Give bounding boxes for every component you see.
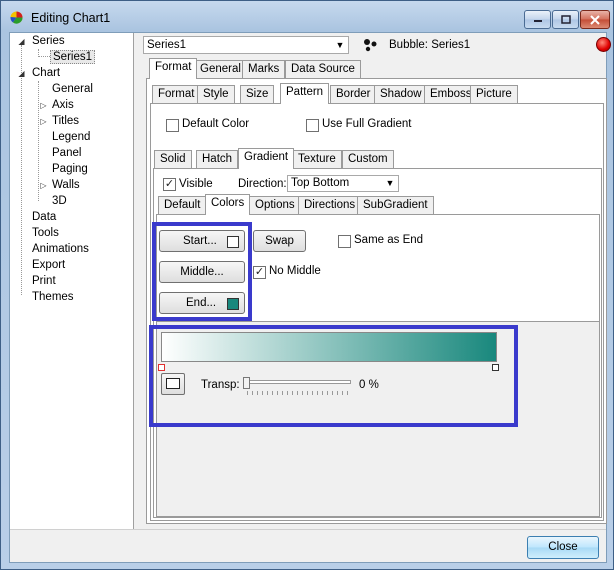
tree-label: Panel <box>52 147 82 159</box>
tab-format-sub[interactable]: Format <box>152 85 201 104</box>
visible-checkbox[interactable]: ✓ <box>163 178 176 191</box>
tab-style[interactable]: Style <box>197 85 235 104</box>
use-full-gradient-checkbox[interactable] <box>306 119 319 132</box>
close-window-button[interactable] <box>580 10 610 29</box>
color-buttons-highlight <box>152 222 252 321</box>
gradient-preview-highlight <box>149 325 518 427</box>
tab-solid[interactable]: Solid <box>154 150 192 169</box>
swap-button-label: Swap <box>265 235 294 247</box>
tab-options[interactable]: Options <box>249 196 301 215</box>
tree-label: Paging <box>52 163 88 175</box>
tree-label: Export <box>32 259 66 271</box>
tab-data-source[interactable]: Data Source <box>285 60 361 79</box>
tab-directions[interactable]: Directions <box>298 196 362 215</box>
tab-border[interactable]: Border <box>330 85 377 104</box>
tab-default[interactable]: Default <box>158 196 207 215</box>
tree-item-animations[interactable]: Animations <box>32 241 89 257</box>
window-title: Editing Chart1 <box>31 11 111 25</box>
expand-icon: ▷ <box>40 101 47 110</box>
maximize-button[interactable] <box>552 10 579 29</box>
close-icon <box>590 14 600 25</box>
editor-window: Editing Chart1 ◢ Series Series1 ◢ Chart … <box>0 0 614 570</box>
tab-pattern[interactable]: Pattern <box>280 83 330 104</box>
bubble-series-icon <box>364 39 377 52</box>
tree-label: Themes <box>32 291 74 303</box>
tree-label: Animations <box>32 243 89 255</box>
tree-label: 3D <box>52 195 67 207</box>
tree-label: Print <box>32 275 56 287</box>
tree-item-print[interactable]: Print <box>32 273 56 289</box>
tab-hatch[interactable]: Hatch <box>196 150 239 169</box>
collapse-icon: ◢ <box>18 69 25 78</box>
no-middle-checkbox[interactable]: ✓ <box>253 266 266 279</box>
expand-icon: ▷ <box>40 181 47 190</box>
series-select[interactable]: Series1 ▼ <box>143 36 349 54</box>
series-type-label: Bubble: Series1 <box>389 39 471 51</box>
tab-custom[interactable]: Custom <box>342 150 394 169</box>
tab-size[interactable]: Size <box>240 85 275 104</box>
tab-general[interactable]: General <box>194 60 247 79</box>
maximize-icon <box>560 15 571 24</box>
close-button[interactable]: Close <box>527 536 599 559</box>
swap-button[interactable]: Swap <box>253 230 306 252</box>
tab-picture[interactable]: Picture <box>470 85 518 104</box>
same-as-end-label: Same as End <box>354 234 424 246</box>
tree-label: Series1 <box>50 50 95 64</box>
tree-label: Series <box>32 35 65 47</box>
series-select-value: Series1 <box>147 39 186 51</box>
no-middle-label: No Middle <box>269 265 321 277</box>
same-as-end-checkbox[interactable] <box>338 235 351 248</box>
tree-item-series1[interactable]: Series1 <box>50 49 95 65</box>
chevron-down-icon: ▼ <box>335 40 345 50</box>
direction-select[interactable]: Top Bottom ▼ <box>287 175 399 192</box>
tree-item-paging[interactable]: Paging <box>52 161 88 177</box>
tab-texture[interactable]: Texture <box>292 150 342 169</box>
expand-icon: ▷ <box>40 117 47 126</box>
tree-item-3d[interactable]: 3D <box>52 193 67 209</box>
tree-label: Data <box>32 211 57 223</box>
tree-label: General <box>52 83 93 95</box>
tab-gradient[interactable]: Gradient <box>238 148 295 169</box>
tree-label: Legend <box>52 131 91 143</box>
tree-item-data[interactable]: Data <box>32 209 56 225</box>
tree-label: Titles <box>52 115 80 127</box>
default-color-label: Default Color <box>182 118 250 130</box>
tab-subgradient[interactable]: SubGradient <box>357 196 434 215</box>
tree-label: Tools <box>32 227 59 239</box>
use-full-gradient-label: Use Full Gradient <box>322 118 412 130</box>
tree-label: Walls <box>52 179 80 191</box>
minimize-icon <box>533 19 542 22</box>
default-color-checkbox[interactable] <box>166 119 179 132</box>
tab-colors[interactable]: Colors <box>205 194 251 215</box>
tree-item-panel[interactable]: Panel <box>52 145 81 161</box>
settings-tree: ◢ Series Series1 ◢ Chart General ▷ Axis … <box>10 33 134 529</box>
tree-label: Axis <box>52 99 74 111</box>
dialog-client: ◢ Series Series1 ◢ Chart General ▷ Axis … <box>9 32 611 563</box>
direction-label: Direction: <box>238 178 287 190</box>
title-bar: Editing Chart1 <box>1 1 613 33</box>
chevron-down-icon: ▼ <box>385 178 395 188</box>
tab-marks[interactable]: Marks <box>242 60 286 79</box>
tree-item-tools[interactable]: Tools <box>32 225 59 241</box>
tree-item-legend[interactable]: Legend <box>52 129 90 145</box>
chart-app-icon <box>10 11 23 24</box>
minimize-button[interactable] <box>524 10 551 29</box>
series-color-indicator[interactable] <box>596 37 611 52</box>
footer-divider <box>10 529 606 530</box>
direction-value: Top Bottom <box>291 177 350 189</box>
tab-shadow[interactable]: Shadow <box>374 85 428 104</box>
tree-item-export[interactable]: Export <box>32 257 65 273</box>
tab-format[interactable]: Format <box>149 58 198 79</box>
close-button-label: Close <box>548 541 578 553</box>
tree-item-themes[interactable]: Themes <box>32 289 74 305</box>
collapse-icon: ◢ <box>18 37 25 46</box>
tree-item-general[interactable]: General <box>52 81 93 97</box>
visible-label: Visible <box>179 178 213 190</box>
tree-label: Chart <box>32 67 61 79</box>
